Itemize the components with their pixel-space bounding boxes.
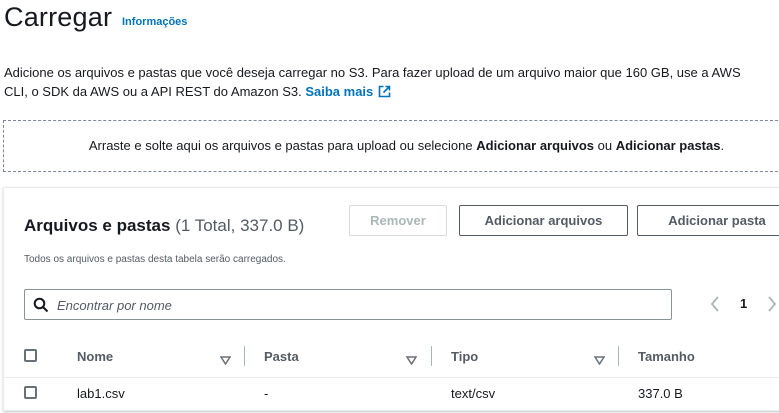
cell-size: 337.0 B	[638, 386, 683, 401]
files-and-folders-panel: Arquivos e pastas (1 Total, 337.0 B) Tod…	[3, 187, 779, 411]
column-divider[interactable]	[618, 346, 619, 366]
sort-caret-icon[interactable]	[593, 352, 606, 370]
current-page-number[interactable]: 1	[740, 296, 747, 311]
table-header-row: Nome Pasta Tipo Tamanho	[4, 341, 779, 371]
next-page-icon[interactable]	[766, 295, 778, 318]
description-line-2-text: CLI, o SDK da AWS ou a API REST do Amazo…	[4, 84, 302, 99]
page-description: Adicione os arquivos e pastas que você d…	[4, 63, 779, 103]
column-header-name[interactable]: Nome	[77, 349, 113, 364]
remove-button[interactable]: Remover	[349, 205, 447, 236]
panel-title: Arquivos e pastas (1 Total, 337.0 B)	[24, 216, 304, 236]
sort-caret-icon[interactable]	[219, 352, 232, 370]
previous-page-icon[interactable]	[709, 295, 721, 318]
table-row: lab1.csv - text/csv 337.0 B	[4, 378, 779, 408]
dropzone-add-folders: Adicionar pastas	[615, 138, 721, 153]
dropzone-period: .	[720, 138, 725, 153]
panel-subtitle: Todos os arquivos e pastas desta tabela …	[24, 254, 286, 265]
cell-folder: -	[264, 386, 269, 401]
description-line-1: Adicione os arquivos e pastas que você d…	[4, 65, 741, 80]
column-header-type[interactable]: Tipo	[451, 349, 478, 364]
info-link[interactable]: Informações	[122, 16, 187, 28]
cell-name: lab1.csv	[77, 386, 125, 401]
description-line-2: CLI, o SDK da AWS ou a API REST do Amazo…	[4, 82, 779, 103]
column-header-size[interactable]: Tamanho	[638, 349, 695, 364]
add-files-button[interactable]: Adicionar arquivos	[459, 205, 628, 236]
search-placeholder: Encontrar por nome	[57, 298, 172, 313]
column-header-folder[interactable]: Pasta	[264, 349, 299, 364]
panel-title-text: Arquivos e pastas	[24, 216, 171, 235]
external-link-icon[interactable]	[378, 84, 391, 103]
column-divider[interactable]	[431, 346, 432, 366]
cell-type: text/csv	[451, 386, 496, 401]
panel-count: (1 Total, 337.0 B)	[175, 216, 305, 235]
learn-more-link[interactable]: Saiba mais	[305, 84, 391, 99]
search-input[interactable]: Encontrar por nome	[24, 289, 672, 320]
row-checkbox[interactable]	[24, 386, 37, 399]
upload-dropzone[interactable]: Arraste e solte aqui os arquivos e pasta…	[3, 120, 779, 172]
learn-more-label[interactable]: Saiba mais	[305, 84, 373, 99]
dropzone-or: ou	[597, 138, 613, 153]
dropzone-add-files: Adicionar arquivos	[476, 138, 594, 153]
column-divider[interactable]	[244, 346, 245, 366]
add-folder-button[interactable]: Adicionar pasta	[637, 205, 779, 236]
dropzone-instructions: Arraste e solte aqui os arquivos e pasta…	[4, 138, 779, 153]
dropzone-text: Arraste e solte aqui os arquivos e pasta…	[88, 138, 473, 153]
search-icon	[33, 297, 49, 318]
page-title: Carregar	[4, 2, 113, 32]
sort-caret-icon[interactable]	[405, 352, 418, 370]
select-all-checkbox[interactable]	[24, 349, 37, 362]
